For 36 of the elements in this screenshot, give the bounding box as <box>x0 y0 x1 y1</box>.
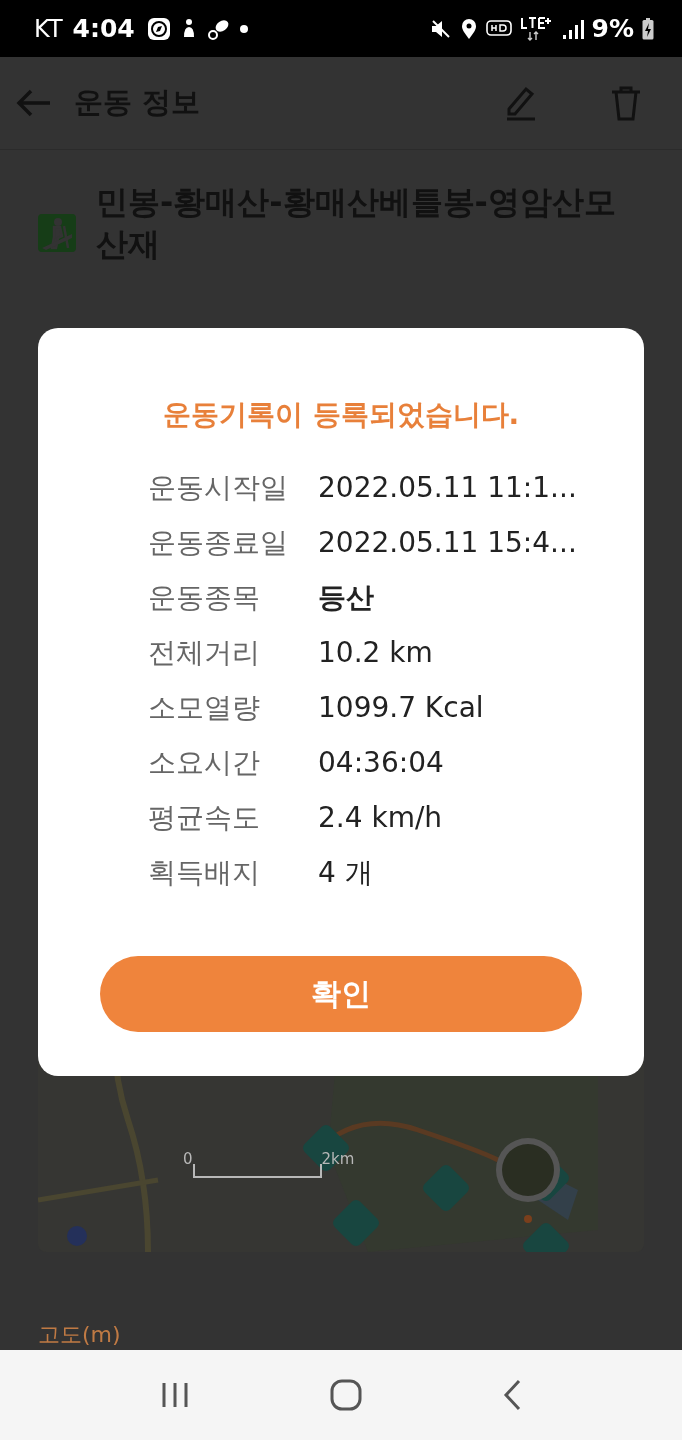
field-value: 2022.05.11 11:1... <box>318 470 578 506</box>
field-label: 운동종목 <box>148 580 261 616</box>
battery-percent: 9% <box>591 14 634 43</box>
carrier: KT <box>34 14 63 43</box>
confirm-button[interactable]: 확인 <box>100 956 582 1032</box>
field-value: 04:36:04 <box>318 745 445 781</box>
field-value: 등산 <box>318 580 375 616</box>
hd-icon <box>485 18 512 39</box>
location-icon <box>459 17 478 40</box>
field-label: 획득배지 <box>148 855 261 891</box>
scale-label: 0 <box>183 1150 193 1168</box>
field-value: 4 개 <box>318 855 374 891</box>
battery-icon <box>642 17 654 40</box>
field-label: 전체거리 <box>148 635 261 671</box>
field-value: 10.2 km <box>318 635 434 671</box>
dialog-heading: 운동기록이 등록되었습니다. <box>162 397 520 433</box>
field-label: 소요시간 <box>148 745 261 781</box>
compass-icon <box>146 16 171 41</box>
lte-icon <box>519 15 554 42</box>
back-icon[interactable] <box>502 1379 522 1411</box>
field-label: 평균속도 <box>148 800 261 836</box>
field-label: 운동시작일 <box>148 470 288 506</box>
home-icon[interactable] <box>330 1379 362 1411</box>
scale-label: 2km <box>321 1150 355 1168</box>
recent-apps-icon[interactable] <box>160 1381 190 1409</box>
mute-icon <box>429 17 452 40</box>
dot-icon <box>238 23 249 34</box>
field-label: 운동종료일 <box>148 525 288 561</box>
signal-icon <box>561 17 584 40</box>
field-value: 2.4 km/h <box>318 800 444 836</box>
hiker-icon <box>38 214 76 252</box>
field-value: 2022.05.11 15:4... <box>318 525 578 561</box>
field-label: 소모열량 <box>148 690 261 726</box>
field-value: 1099.7 Kcal <box>318 690 485 726</box>
elevation-label: 고도(m) <box>38 1321 121 1349</box>
clock: 4:04 <box>72 14 135 43</box>
